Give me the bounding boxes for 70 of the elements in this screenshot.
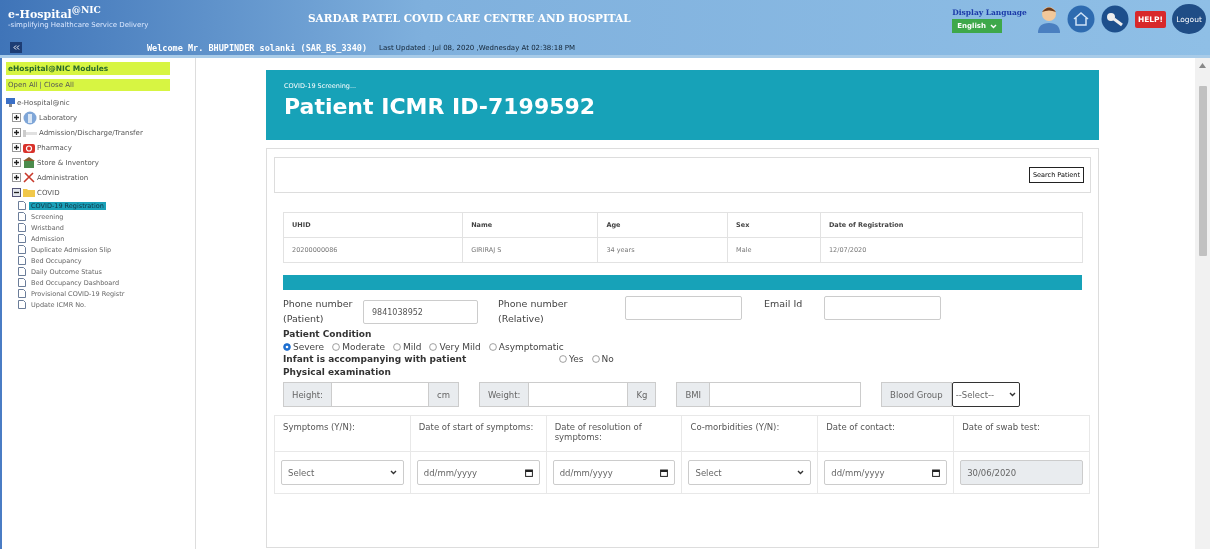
field-label: Blood Group — [881, 382, 952, 407]
radio-button[interactable] — [283, 343, 291, 351]
date-field[interactable]: dd/mm/yyyy — [416, 460, 540, 485]
column-header: Date of resolution of symptoms: — [546, 415, 682, 452]
section-label: Patient Condition — [283, 329, 373, 339]
scrollbar[interactable] — [1195, 58, 1210, 549]
caret-down-icon — [389, 470, 397, 475]
radio-label: Yes — [569, 354, 584, 364]
blood-group-select[interactable]: --Select-- — [951, 382, 1020, 407]
weight-field[interactable]: Weight: Kg — [478, 382, 657, 407]
column-header: Symptoms (Y/N): — [274, 415, 411, 452]
radio-button[interactable] — [392, 343, 401, 351]
radio-button[interactable] — [332, 343, 341, 351]
home-icon[interactable] — [1066, 5, 1095, 33]
calendar-icon — [932, 468, 941, 477]
radio-button[interactable] — [591, 355, 600, 363]
column-header: Date of swab test: — [953, 415, 1090, 452]
column-header: Date of contact: — [817, 415, 954, 452]
section-label: Physical examination — [283, 367, 392, 377]
radio-label: Very Mild — [439, 342, 481, 352]
column-header: Date of start of symptoms: — [410, 415, 547, 452]
store-icon — [23, 157, 35, 168]
plus-box-icon[interactable] — [12, 128, 21, 137]
plus-box-icon[interactable] — [12, 158, 21, 167]
hospital-title: SARDAR PATEL COVID CARE CENTRE AND HOSPITAL — [308, 12, 632, 24]
phone-field[interactable]: 9841038952 — [363, 300, 478, 324]
caret-down-icon — [989, 23, 997, 29]
select-field[interactable]: Select — [281, 460, 404, 485]
welcome-text: Welcome Mr. BHUPINDER solanki (SAR_BS_3340) — [147, 42, 368, 53]
radio-label: No — [601, 354, 614, 364]
tools-icon — [23, 172, 35, 183]
page-title: Patient ICMR ID-7199592 — [284, 94, 597, 119]
radio-button[interactable] — [559, 355, 567, 363]
minus-box-icon[interactable] — [12, 188, 21, 197]
plus-box-icon[interactable] — [12, 143, 21, 152]
calendar-icon — [660, 468, 669, 477]
first-aid-kit-icon — [23, 142, 35, 153]
radio-label: Mild — [402, 342, 422, 352]
select-field[interactable]: Select — [688, 460, 812, 485]
field-label: Phone number (Patient) — [283, 297, 354, 326]
radio-label: Moderate — [342, 342, 385, 352]
section-label: Infant is accompanying with patient — [283, 354, 468, 364]
radio-button[interactable] — [488, 343, 497, 351]
scroll-up-icon[interactable] — [1199, 63, 1206, 68]
caret-down-icon — [797, 470, 805, 475]
key-icon[interactable] — [1100, 5, 1129, 33]
phone-field[interactable] — [625, 296, 742, 320]
column-header: Co-morbidities (Y/N): — [682, 415, 818, 452]
globe-icon — [23, 110, 37, 125]
plus-box-icon[interactable] — [12, 173, 21, 182]
date-field[interactable]: dd/mm/yyyy — [552, 460, 676, 485]
folder-icon — [23, 188, 35, 197]
user-avatar-icon[interactable] — [1036, 5, 1061, 33]
plus-box-icon[interactable] — [12, 113, 21, 122]
field-label: Email Id — [764, 297, 804, 311]
field-label: Phone number (Relative) — [498, 297, 569, 326]
email-field[interactable] — [824, 296, 941, 320]
radio-button[interactable] — [429, 343, 438, 351]
height-field[interactable]: Height: cm — [283, 382, 459, 407]
computer-icon — [6, 98, 15, 107]
double-chevron-left-icon — [12, 45, 20, 50]
calendar-icon — [524, 468, 533, 477]
caret-down-icon — [1008, 392, 1016, 397]
collapse-button[interactable] — [10, 42, 22, 53]
date-field: 30/06/2020 — [960, 460, 1083, 485]
radio-label: Asymptomatic — [498, 342, 564, 352]
radio-label: Severe — [293, 342, 325, 352]
date-field[interactable]: dd/mm/yyyy — [824, 460, 948, 485]
logo-text: e-Hospital$^{@NIC}$ — [8, 4, 102, 21]
scrollbar-thumb[interactable] — [1198, 86, 1207, 256]
